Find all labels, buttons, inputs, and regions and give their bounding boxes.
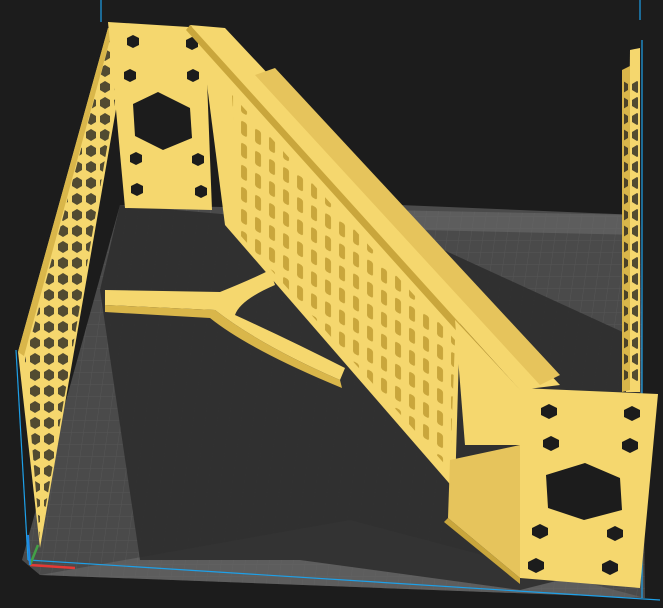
back-mount-plate	[108, 22, 212, 210]
3d-viewport[interactable]	[0, 0, 663, 608]
right-perforated-wall	[622, 48, 640, 392]
